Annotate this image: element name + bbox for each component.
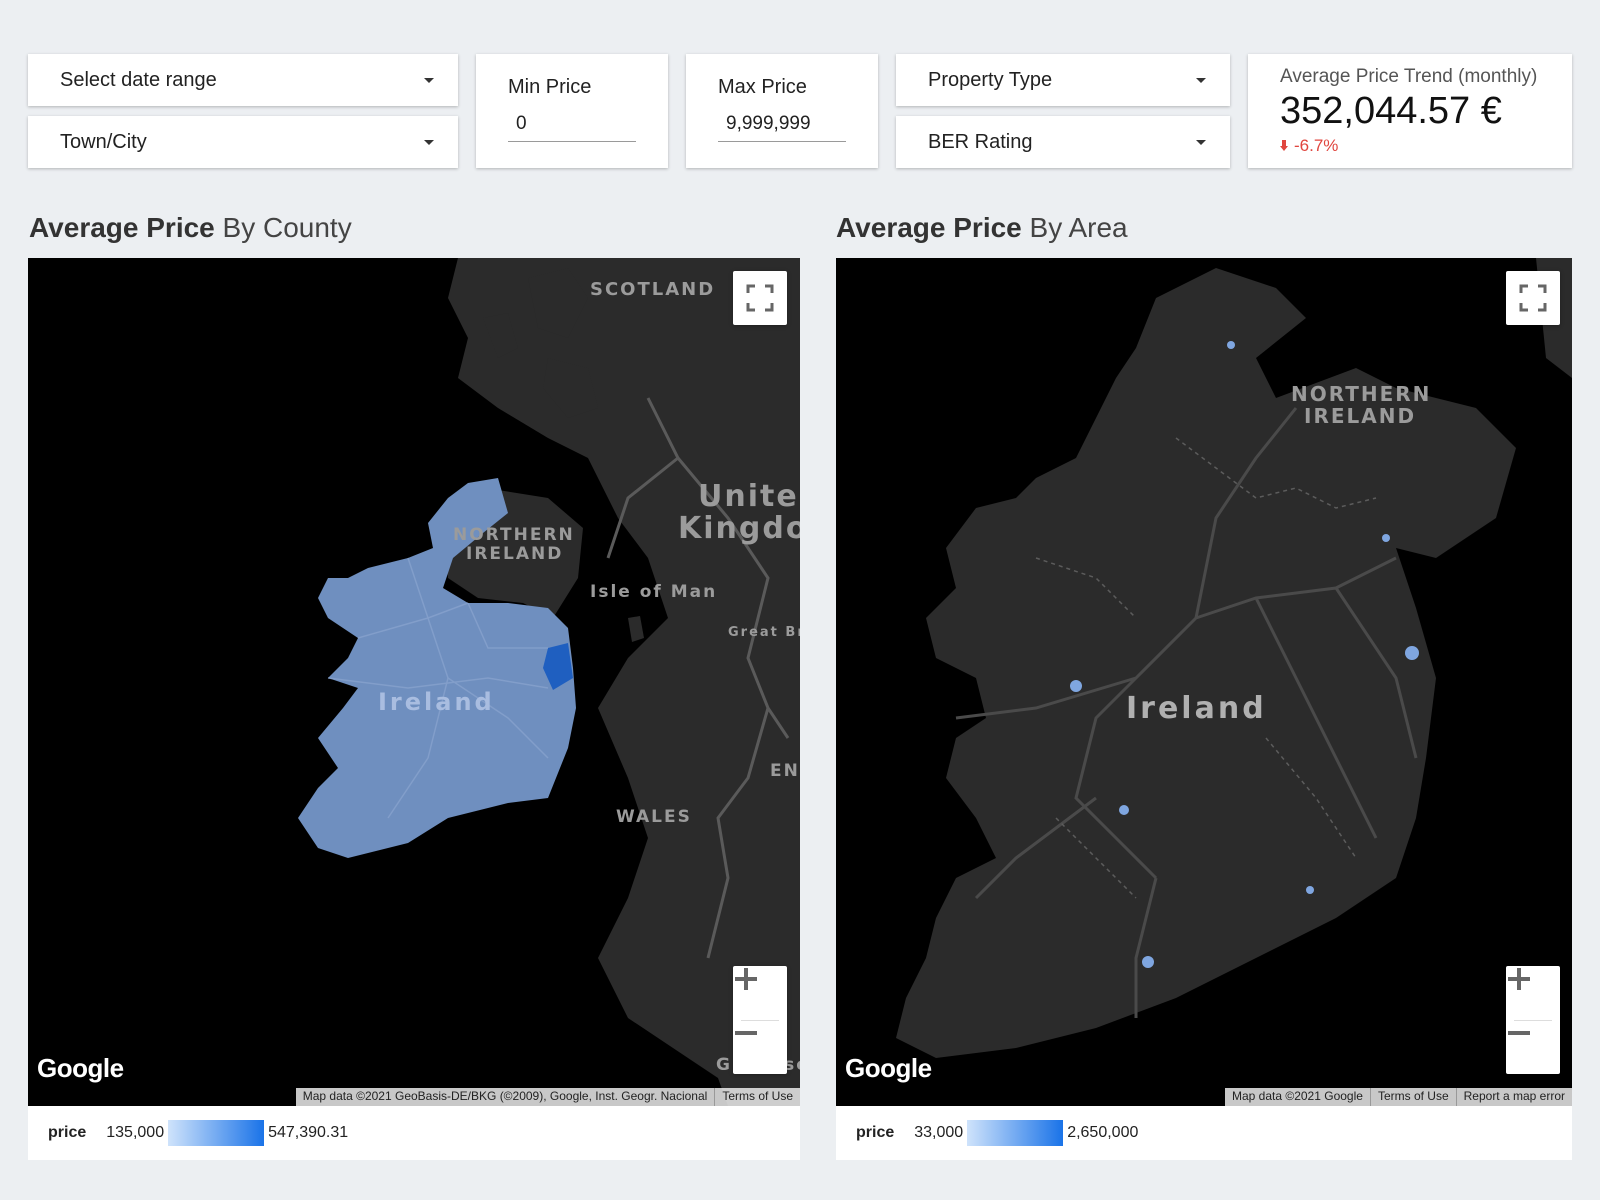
legend-label: price xyxy=(856,1124,895,1141)
chevron-down-icon xyxy=(1196,139,1206,145)
map-label-uk-2: Kingdo xyxy=(678,511,800,546)
area-map-label-ni-2: IRELAND xyxy=(1304,404,1416,428)
isle-of-man-land xyxy=(628,616,644,642)
minus-icon xyxy=(1508,1031,1530,1035)
zoom-in-button[interactable] xyxy=(1506,966,1560,1020)
fullscreen-icon xyxy=(746,284,774,312)
chevron-down-icon xyxy=(424,139,434,145)
min-price-label: Min Price xyxy=(508,76,592,98)
min-price-card: Min Price xyxy=(476,54,668,168)
fullscreen-icon xyxy=(1519,284,1547,312)
legend-gradient xyxy=(967,1120,1064,1146)
map-label-isle-of-man: Isle of Man xyxy=(590,582,717,602)
legend-min: 33,000 xyxy=(914,1124,964,1141)
max-price-input[interactable] xyxy=(718,113,846,142)
google-logo: Google xyxy=(37,1053,124,1083)
date-range-label: Select date range xyxy=(60,68,217,91)
trend-change: -6.7% xyxy=(1280,136,1562,156)
trend-title: Average Price Trend (monthly) xyxy=(1280,66,1538,87)
area-point-waterford xyxy=(1306,886,1314,894)
zoom-control xyxy=(733,966,787,1074)
map-label-wales: WALES xyxy=(616,807,692,827)
max-price-card: Max Price xyxy=(686,54,878,168)
attribution-map-data: Map data ©2021 GeoBasis-DE/BKG (©2009), … xyxy=(295,1088,715,1106)
area-map-canvas: NORTHERN IRELAND Ireland xyxy=(896,258,1572,1058)
county-map[interactable]: SCOTLAND NORTHERN IRELAND United Kingdo … xyxy=(28,258,800,1106)
property-type-label: Property Type xyxy=(928,68,1053,91)
map-label-en: EN xyxy=(770,761,800,781)
legend-label: price xyxy=(48,1124,87,1141)
area-title-light: By Area xyxy=(1029,212,1128,243)
county-title-light: By County xyxy=(222,212,352,243)
plus-icon xyxy=(1508,968,1530,990)
arrow-down-icon xyxy=(1280,140,1288,152)
legend-min: 135,000 xyxy=(106,1124,165,1141)
area-map-label-ireland: Ireland xyxy=(1126,691,1267,726)
county-legend: price 135,000 547,390.31 xyxy=(28,1106,800,1160)
county-map-title: Average Price By County xyxy=(29,212,352,244)
zoom-control xyxy=(1506,966,1560,1074)
area-map[interactable]: NORTHERN IRELAND Ireland Google Map data… xyxy=(836,258,1572,1106)
map-label-ni-1: NORTHERN xyxy=(453,525,575,545)
terms-of-use-link[interactable]: Terms of Use xyxy=(1369,1088,1456,1106)
area-point-limerick xyxy=(1119,805,1129,815)
area-point-derry xyxy=(1227,341,1235,349)
fullscreen-button[interactable] xyxy=(733,271,787,325)
property-type-select[interactable]: Property Type xyxy=(896,54,1230,106)
map-attribution: Map data ©2021 GeoBasis-DE/BKG (©2009), … xyxy=(295,1088,800,1106)
legend-max: 547,390.31 xyxy=(268,1124,349,1141)
min-price-input[interactable] xyxy=(508,113,636,142)
report-map-error-link[interactable]: Report a map error xyxy=(1455,1088,1572,1106)
chevron-down-icon xyxy=(424,77,434,83)
map-label-scotland: SCOTLAND xyxy=(590,279,715,300)
minus-icon xyxy=(735,1031,757,1035)
area-legend: price 33,000 2,650,000 xyxy=(836,1106,1572,1160)
legend-gradient xyxy=(168,1120,265,1146)
area-point-dublin xyxy=(1405,646,1419,660)
county-map-canvas: SCOTLAND NORTHERN IRELAND United Kingdo … xyxy=(298,258,800,1106)
map-label-ni-2: IRELAND xyxy=(466,544,563,564)
zoom-out-button[interactable] xyxy=(1506,1020,1560,1074)
map-label-great-britain: Great Brita xyxy=(728,625,800,640)
map-label-uk-1: United xyxy=(698,479,800,514)
area-point-cork xyxy=(1142,956,1154,968)
google-logo: Google xyxy=(845,1053,932,1083)
price-trend-card: Average Price Trend (monthly) 352,044.57… xyxy=(1248,54,1572,168)
ber-rating-select[interactable]: BER Rating xyxy=(896,116,1230,168)
chevron-down-icon xyxy=(1196,77,1206,83)
date-range-select[interactable]: Select date range xyxy=(28,54,458,106)
county-title-bold: Average Price xyxy=(29,212,215,243)
area-map-label-ni-1: NORTHERN xyxy=(1291,382,1431,406)
zoom-in-button[interactable] xyxy=(733,966,787,1020)
ber-rating-label: BER Rating xyxy=(928,130,1033,153)
max-price-label: Max Price xyxy=(718,76,807,98)
map-attribution: Map data ©2021 Google Terms of Use Repor… xyxy=(1225,1088,1572,1106)
town-city-label: Town/City xyxy=(60,130,147,153)
area-point-dundalk xyxy=(1382,534,1390,542)
town-city-select[interactable]: Town/City xyxy=(28,116,458,168)
attribution-map-data: Map data ©2021 Google xyxy=(1225,1088,1370,1106)
terms-of-use-link[interactable]: Terms of Use xyxy=(714,1088,800,1106)
zoom-out-button[interactable] xyxy=(733,1020,787,1074)
trend-value: 352,044.57 € xyxy=(1280,90,1502,132)
area-title-bold: Average Price xyxy=(836,212,1022,243)
map-label-ireland: Ireland xyxy=(378,688,495,716)
area-point-galway xyxy=(1070,680,1082,692)
legend-max: 2,650,000 xyxy=(1067,1124,1139,1141)
trend-change-value: -6.7% xyxy=(1294,135,1339,155)
fullscreen-button[interactable] xyxy=(1506,271,1560,325)
area-map-title: Average Price By Area xyxy=(836,212,1128,244)
plus-icon xyxy=(735,968,757,990)
